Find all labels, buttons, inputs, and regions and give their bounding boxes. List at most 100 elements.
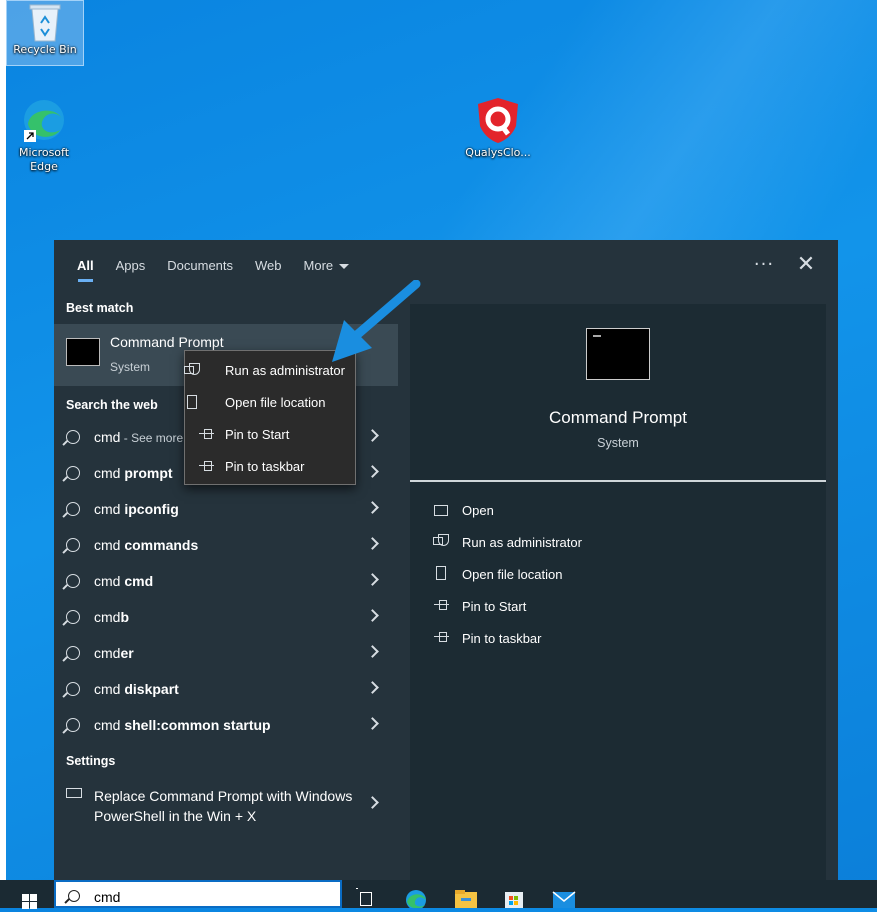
web-result-text: cmd cmd	[94, 573, 154, 589]
taskbar-search-box[interactable]	[54, 880, 342, 908]
chevron-right-icon[interactable]	[366, 465, 379, 478]
web-result-text: cmd ipconfig	[94, 501, 179, 517]
settings-heading: Settings	[66, 754, 116, 768]
context-menu: Run as administrator Open file location …	[184, 350, 356, 485]
shield-icon	[433, 534, 449, 546]
search-web-heading: Search the web	[66, 398, 158, 412]
action-label: Open	[462, 503, 494, 518]
search-icon	[66, 538, 80, 552]
command-prompt-icon	[66, 338, 100, 366]
chevron-right-icon[interactable]	[366, 429, 379, 442]
context-item-label: Pin to taskbar	[225, 459, 305, 474]
file-explorer-icon[interactable]	[454, 886, 478, 908]
web-result[interactable]: cmder	[54, 636, 398, 672]
pin-icon	[434, 598, 450, 612]
command-prompt-preview-icon	[586, 328, 650, 380]
search-icon	[66, 430, 80, 444]
edge-taskbar-icon[interactable]	[404, 886, 428, 910]
edge-icon	[20, 96, 68, 144]
web-result[interactable]: cmd shell:common startup	[54, 708, 398, 744]
search-icon	[66, 502, 80, 516]
tab-apps[interactable]: Apps	[105, 240, 157, 292]
web-result[interactable]: cmd commands	[54, 528, 398, 564]
chevron-right-icon[interactable]	[366, 501, 379, 514]
preview-title: Command Prompt	[549, 408, 687, 427]
web-result[interactable]: cmd ipconfig	[54, 492, 398, 528]
web-result-text: cmd - See more	[94, 429, 184, 445]
shield-icon	[184, 363, 200, 375]
pin-icon	[199, 459, 215, 473]
preview-pane: Command Prompt System Open Run as admini…	[410, 304, 826, 880]
context-pin-to-start[interactable]: Pin to Start	[185, 417, 355, 449]
recycle-bin-icon	[27, 1, 63, 42]
chevron-right-icon[interactable]	[366, 681, 379, 694]
desktop-icon-qualys[interactable]: QualysClo...	[460, 96, 536, 160]
tab-documents[interactable]: Documents	[156, 240, 244, 292]
mail-icon[interactable]	[552, 886, 576, 908]
action-label: Pin to Start	[462, 599, 527, 614]
qualys-icon	[474, 96, 522, 144]
best-match-heading: Best match	[66, 301, 134, 315]
web-result[interactable]: cmd diskpart	[54, 672, 398, 708]
file-location-icon	[187, 395, 197, 409]
context-pin-to-taskbar[interactable]: Pin to taskbar	[185, 449, 355, 481]
context-item-label: Open file location	[225, 395, 326, 410]
monitor-icon	[66, 788, 82, 798]
desktop-icon-label: Recycle Bin	[13, 43, 77, 56]
web-result-text: cmd shell:common startup	[94, 717, 271, 733]
annotation-arrow-icon	[332, 280, 421, 362]
search-icon	[66, 610, 80, 624]
search-icon	[66, 682, 80, 696]
tab-web[interactable]: Web	[244, 240, 293, 292]
action-label: Open file location	[462, 567, 563, 582]
web-result-text: cmdb	[94, 609, 130, 625]
settings-result[interactable]: Replace Command Prompt with Windows Powe…	[54, 780, 398, 828]
chevron-right-icon[interactable]	[366, 609, 379, 622]
store-icon[interactable]	[502, 886, 526, 908]
tab-more-label: More	[303, 258, 334, 273]
pin-icon	[434, 630, 450, 644]
best-match-type: System	[110, 360, 151, 374]
web-result-text: cmd commands	[94, 537, 199, 553]
divider	[410, 480, 826, 482]
chevron-right-icon[interactable]	[366, 645, 379, 658]
search-panel-header: All Apps Documents Web More ··· ✕	[54, 240, 838, 292]
pin-icon	[199, 427, 215, 441]
action-label: Pin to taskbar	[462, 631, 542, 646]
desktop-icon-edge[interactable]: Microsoft Edge	[6, 96, 82, 174]
desktop-icon-recycle-bin[interactable]: Recycle Bin	[6, 0, 84, 66]
context-item-label: Pin to Start	[225, 427, 290, 442]
more-options-button[interactable]: ···	[750, 252, 778, 280]
file-location-icon	[436, 566, 446, 580]
search-icon	[66, 466, 80, 480]
desktop-icon-label: QualysClo...	[465, 146, 531, 159]
chevron-right-icon[interactable]	[366, 537, 379, 550]
context-open-file-location[interactable]: Open file location	[185, 385, 355, 417]
settings-result-text: Replace Command Prompt with Windows Powe…	[94, 788, 353, 824]
search-icon	[66, 718, 80, 732]
caret-down-icon	[339, 264, 350, 270]
action-label: Run as administrator	[462, 535, 582, 550]
preview-subtitle: System	[597, 436, 639, 450]
search-icon	[66, 574, 80, 588]
search-icon	[68, 890, 80, 902]
open-icon	[434, 505, 448, 516]
web-result-text: cmder	[94, 645, 134, 661]
web-result[interactable]: cmdb	[54, 600, 398, 636]
search-tabs: All Apps Documents Web More	[66, 240, 360, 292]
close-button[interactable]: ✕	[792, 252, 820, 280]
task-view-icon[interactable]	[356, 886, 380, 908]
chevron-right-icon[interactable]	[366, 796, 379, 809]
web-result-text: cmd diskpart	[94, 681, 179, 697]
web-result[interactable]: cmd cmd	[54, 564, 398, 600]
search-icon	[66, 646, 80, 660]
best-match-name: Command Prompt	[110, 334, 224, 350]
start-button[interactable]	[14, 886, 44, 909]
search-panel: All Apps Documents Web More ··· ✕ Best m…	[54, 240, 838, 880]
chevron-right-icon[interactable]	[366, 717, 379, 730]
taskbar	[0, 880, 877, 910]
taskbar-search-input[interactable]	[92, 886, 336, 908]
web-result-text: cmd prompt	[94, 465, 173, 481]
chevron-right-icon[interactable]	[366, 573, 379, 586]
tab-all[interactable]: All	[66, 240, 105, 292]
